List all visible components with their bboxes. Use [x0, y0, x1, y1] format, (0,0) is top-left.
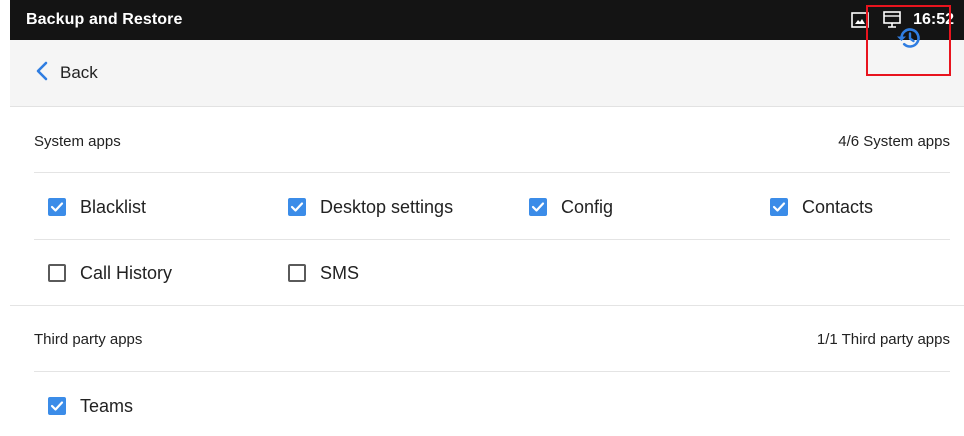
- chevron-left-icon: [36, 61, 48, 86]
- checkbox-desktop-settings[interactable]: Desktop settings: [288, 174, 453, 240]
- checkbox-teams[interactable]: Teams: [48, 373, 133, 436]
- third-party-apps-count: 1/1 Third party apps: [816, 330, 950, 348]
- system-apps-row-1: Blacklist Desktop settings Config Contac…: [34, 174, 950, 240]
- checkbox-label: Contacts: [802, 196, 874, 217]
- checkbox-label: SMS: [320, 262, 360, 283]
- third-party-apps-row-1: Teams: [34, 373, 950, 436]
- checkbox-label: Desktop settings: [320, 196, 454, 217]
- checkbox-checked-icon: [529, 198, 547, 216]
- checkbox-config[interactable]: Config: [529, 174, 613, 240]
- checkbox-unchecked-icon: [288, 264, 306, 282]
- checkbox-checked-icon: [770, 198, 788, 216]
- system-apps-label: System apps: [34, 132, 121, 150]
- checkbox-blacklist[interactable]: Blacklist: [48, 174, 146, 240]
- third-party-apps-label: Third party apps: [34, 330, 143, 348]
- history-icon: [895, 25, 923, 56]
- status-bar: Backup and Restore 16:52: [10, 0, 964, 40]
- checkbox-label: Teams: [80, 395, 134, 416]
- checkbox-checked-icon: [48, 198, 66, 216]
- system-apps-row-2: Call History SMS: [34, 240, 950, 306]
- divider: [34, 371, 950, 372]
- divider: [34, 172, 950, 173]
- third-party-apps-header: Third party apps 1/1 Third party apps: [34, 306, 950, 372]
- checkbox-call-history[interactable]: Call History: [48, 240, 172, 306]
- restore-history-button[interactable]: [866, 5, 951, 76]
- system-apps-header: System apps 4/6 System apps: [34, 108, 950, 174]
- back-label: Back: [60, 63, 98, 82]
- checkbox-contacts[interactable]: Contacts: [770, 174, 873, 240]
- checkbox-sms[interactable]: SMS: [288, 240, 359, 306]
- checkbox-label: Blacklist: [80, 196, 147, 217]
- app-title: Backup and Restore: [26, 11, 183, 28]
- checkbox-label: Call History: [80, 262, 173, 283]
- checkbox-checked-icon: [288, 198, 306, 216]
- system-apps-count: 4/6 System apps: [838, 132, 950, 150]
- toolbar: Back: [10, 40, 964, 107]
- checkbox-checked-icon: [48, 397, 66, 415]
- checkbox-unchecked-icon: [48, 264, 66, 282]
- checkbox-label: Config: [561, 196, 614, 217]
- back-button[interactable]: Back: [10, 40, 98, 106]
